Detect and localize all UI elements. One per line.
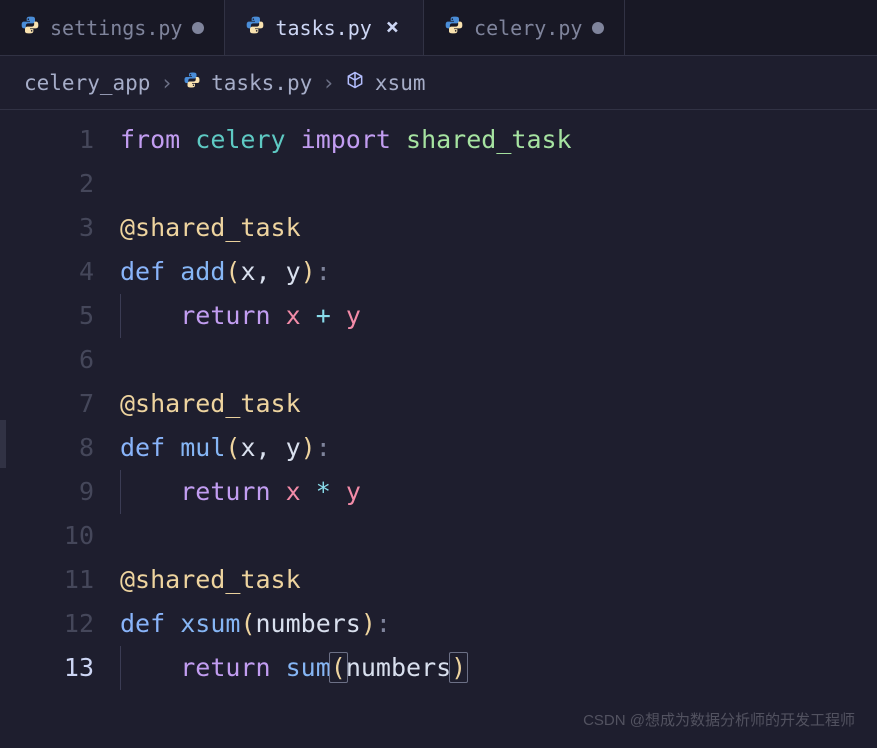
tab-bar: settings.py tasks.py × celery.py [0, 0, 877, 56]
code-line[interactable]: def add(x, y): [120, 250, 877, 294]
python-icon [183, 71, 201, 94]
line-number: 8 [0, 426, 94, 470]
line-number: 6 [0, 338, 94, 382]
code-line[interactable] [120, 162, 877, 206]
code-line[interactable]: @shared_task [120, 206, 877, 250]
line-number: 13 [0, 646, 94, 690]
line-number: 5 [0, 294, 94, 338]
code-line[interactable]: def mul(x, y): [120, 426, 877, 470]
tab-label: settings.py [50, 16, 182, 40]
symbol-function-icon [345, 70, 365, 95]
line-number: 7 [0, 382, 94, 426]
code-line[interactable]: return sum(numbers) [120, 646, 877, 690]
modified-indicator-icon [192, 22, 204, 34]
python-icon [20, 15, 40, 40]
code-line[interactable]: def xsum(numbers): [120, 602, 877, 646]
line-number: 3 [0, 206, 94, 250]
code-line[interactable]: @shared_task [120, 558, 877, 602]
activity-indicator [0, 420, 6, 468]
breadcrumb[interactable]: celery_app › tasks.py › xsum [0, 56, 877, 110]
chevron-right-icon: › [322, 71, 335, 95]
line-number: 11 [0, 558, 94, 602]
tab-settings[interactable]: settings.py [0, 0, 225, 55]
breadcrumb-folder[interactable]: celery_app [24, 71, 150, 95]
code-line[interactable] [120, 514, 877, 558]
line-number: 4 [0, 250, 94, 294]
python-icon [245, 15, 265, 40]
tab-label: tasks.py [275, 16, 371, 40]
breadcrumb-symbol[interactable]: xsum [375, 71, 426, 95]
tab-label: celery.py [474, 16, 582, 40]
code-line[interactable]: @shared_task [120, 382, 877, 426]
line-number: 1 [0, 118, 94, 162]
code-editor[interactable]: 1 2 3 4 5 6 7 8 9 10 11 12 13 from celer… [0, 110, 877, 690]
code-content[interactable]: from celery import shared_task @shared_t… [120, 118, 877, 690]
code-line[interactable] [120, 338, 877, 382]
line-number: 12 [0, 602, 94, 646]
tab-celery[interactable]: celery.py [424, 0, 625, 55]
modified-indicator-icon [592, 22, 604, 34]
line-number: 10 [0, 514, 94, 558]
python-icon [444, 15, 464, 40]
tab-tasks[interactable]: tasks.py × [225, 0, 424, 55]
code-line[interactable]: from celery import shared_task [120, 118, 877, 162]
line-number: 9 [0, 470, 94, 514]
breadcrumb-file[interactable]: tasks.py [211, 71, 312, 95]
watermark-text: CSDN @想成为数据分析师的开发工程师 [583, 709, 855, 730]
line-number: 2 [0, 162, 94, 206]
chevron-right-icon: › [160, 71, 173, 95]
close-icon[interactable]: × [382, 15, 403, 40]
line-number-gutter: 1 2 3 4 5 6 7 8 9 10 11 12 13 [0, 118, 120, 690]
code-line[interactable]: return x * y [120, 470, 877, 514]
code-line[interactable]: return x + y [120, 294, 877, 338]
